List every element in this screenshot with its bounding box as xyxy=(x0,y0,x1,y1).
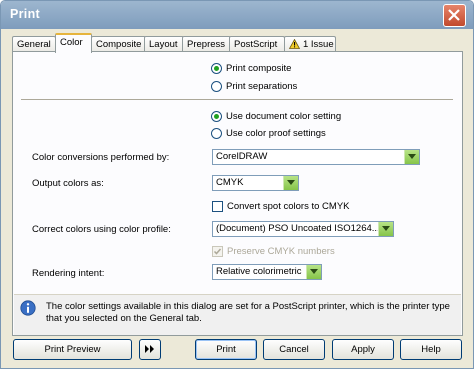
use-proof-settings-label: Use color proof settings xyxy=(226,127,326,139)
tab-postscript[interactable]: PostScript xyxy=(229,36,285,51)
tab-prepress[interactable]: Prepress xyxy=(182,36,231,51)
output-colors-select[interactable]: CMYK xyxy=(212,175,299,191)
color-profile-value: (Document) PSO Uncoated ISO1264... xyxy=(216,223,380,234)
convert-spot-label: Convert spot colors to CMYK xyxy=(227,200,350,212)
color-profile-label: Correct colors using color profile: xyxy=(32,224,171,235)
print-separations-radio[interactable]: Print separations xyxy=(211,79,297,93)
tab-color[interactable]: Color xyxy=(55,33,92,53)
separator xyxy=(21,99,453,100)
output-colors-label: Output colors as: xyxy=(32,178,104,189)
help-button[interactable]: Help xyxy=(400,339,462,360)
print-composite-radio[interactable]: Print composite xyxy=(211,61,291,75)
radio-button-selected[interactable] xyxy=(211,110,222,122)
dropdown-arrow[interactable] xyxy=(378,222,393,236)
use-proof-settings-radio[interactable]: Use color proof settings xyxy=(211,126,326,140)
print-dialog: Print General Color Composite Layout Pre… xyxy=(0,0,474,369)
tab-general[interactable]: General xyxy=(12,36,56,51)
warning-icon xyxy=(289,39,300,49)
convert-spot-checkbox[interactable]: Convert spot colors to CMYK xyxy=(212,199,350,213)
close-icon xyxy=(448,9,460,21)
radio-button-selected[interactable] xyxy=(211,62,222,74)
preserve-cmyk-checkbox: Preserve CMYK numbers xyxy=(212,244,335,258)
rendering-intent-select[interactable]: Relative colorimetric xyxy=(212,264,322,280)
preserve-cmyk-label: Preserve CMYK numbers xyxy=(227,245,335,257)
tab-issues[interactable]: 1 Issue xyxy=(284,36,336,51)
conversions-select[interactable]: CorelDRAW xyxy=(212,149,420,165)
use-document-color-label: Use document color setting xyxy=(226,110,342,122)
use-document-color-radio[interactable]: Use document color setting xyxy=(211,109,341,123)
rendering-intent-value: Relative colorimetric xyxy=(216,266,302,277)
color-tab-panel: Print composite Print separations Use do… xyxy=(12,51,463,336)
expand-preview-button[interactable] xyxy=(139,339,161,360)
print-separations-label: Print separations xyxy=(226,80,298,92)
chevron-down-icon xyxy=(382,226,390,231)
cancel-button[interactable]: Cancel xyxy=(263,339,325,360)
chevron-down-icon xyxy=(287,180,295,185)
tab-issues-label: 1 Issue xyxy=(303,39,334,50)
dropdown-arrow[interactable] xyxy=(404,150,419,164)
title-bar[interactable]: Print xyxy=(1,1,473,29)
checkbox-checked-disabled xyxy=(212,245,223,257)
output-colors-value: CMYK xyxy=(216,177,244,188)
print-composite-label: Print composite xyxy=(226,62,292,74)
apply-button[interactable]: Apply xyxy=(332,339,394,360)
color-profile-select[interactable]: (Document) PSO Uncoated ISO1264... xyxy=(212,221,394,237)
dropdown-arrow[interactable] xyxy=(306,265,321,279)
print-button[interactable]: Print xyxy=(195,339,257,360)
checkmark-icon xyxy=(213,248,222,255)
conversions-value: CorelDRAW xyxy=(216,151,268,162)
dropdown-arrow[interactable] xyxy=(283,176,298,190)
info-box: The color settings available in this dia… xyxy=(14,294,461,335)
tab-layout[interactable]: Layout xyxy=(144,36,184,51)
rendering-intent-label: Rendering intent: xyxy=(32,268,105,279)
conversions-label: Color conversions performed by: xyxy=(32,152,170,163)
radio-button[interactable] xyxy=(211,127,222,139)
double-chevron-right-icon xyxy=(145,345,154,353)
button-bar: Print Preview Print Cancel Apply Help xyxy=(1,339,473,368)
info-icon xyxy=(20,300,36,316)
checkbox[interactable] xyxy=(212,200,223,212)
window-title: Print xyxy=(10,7,40,21)
print-preview-button[interactable]: Print Preview xyxy=(13,339,132,360)
tab-composite[interactable]: Composite xyxy=(91,36,146,51)
chevron-down-icon xyxy=(408,154,416,159)
chevron-down-icon xyxy=(310,269,318,274)
info-text: The color settings available in this dia… xyxy=(46,301,450,324)
close-button[interactable] xyxy=(443,4,466,27)
radio-button[interactable] xyxy=(211,80,222,92)
